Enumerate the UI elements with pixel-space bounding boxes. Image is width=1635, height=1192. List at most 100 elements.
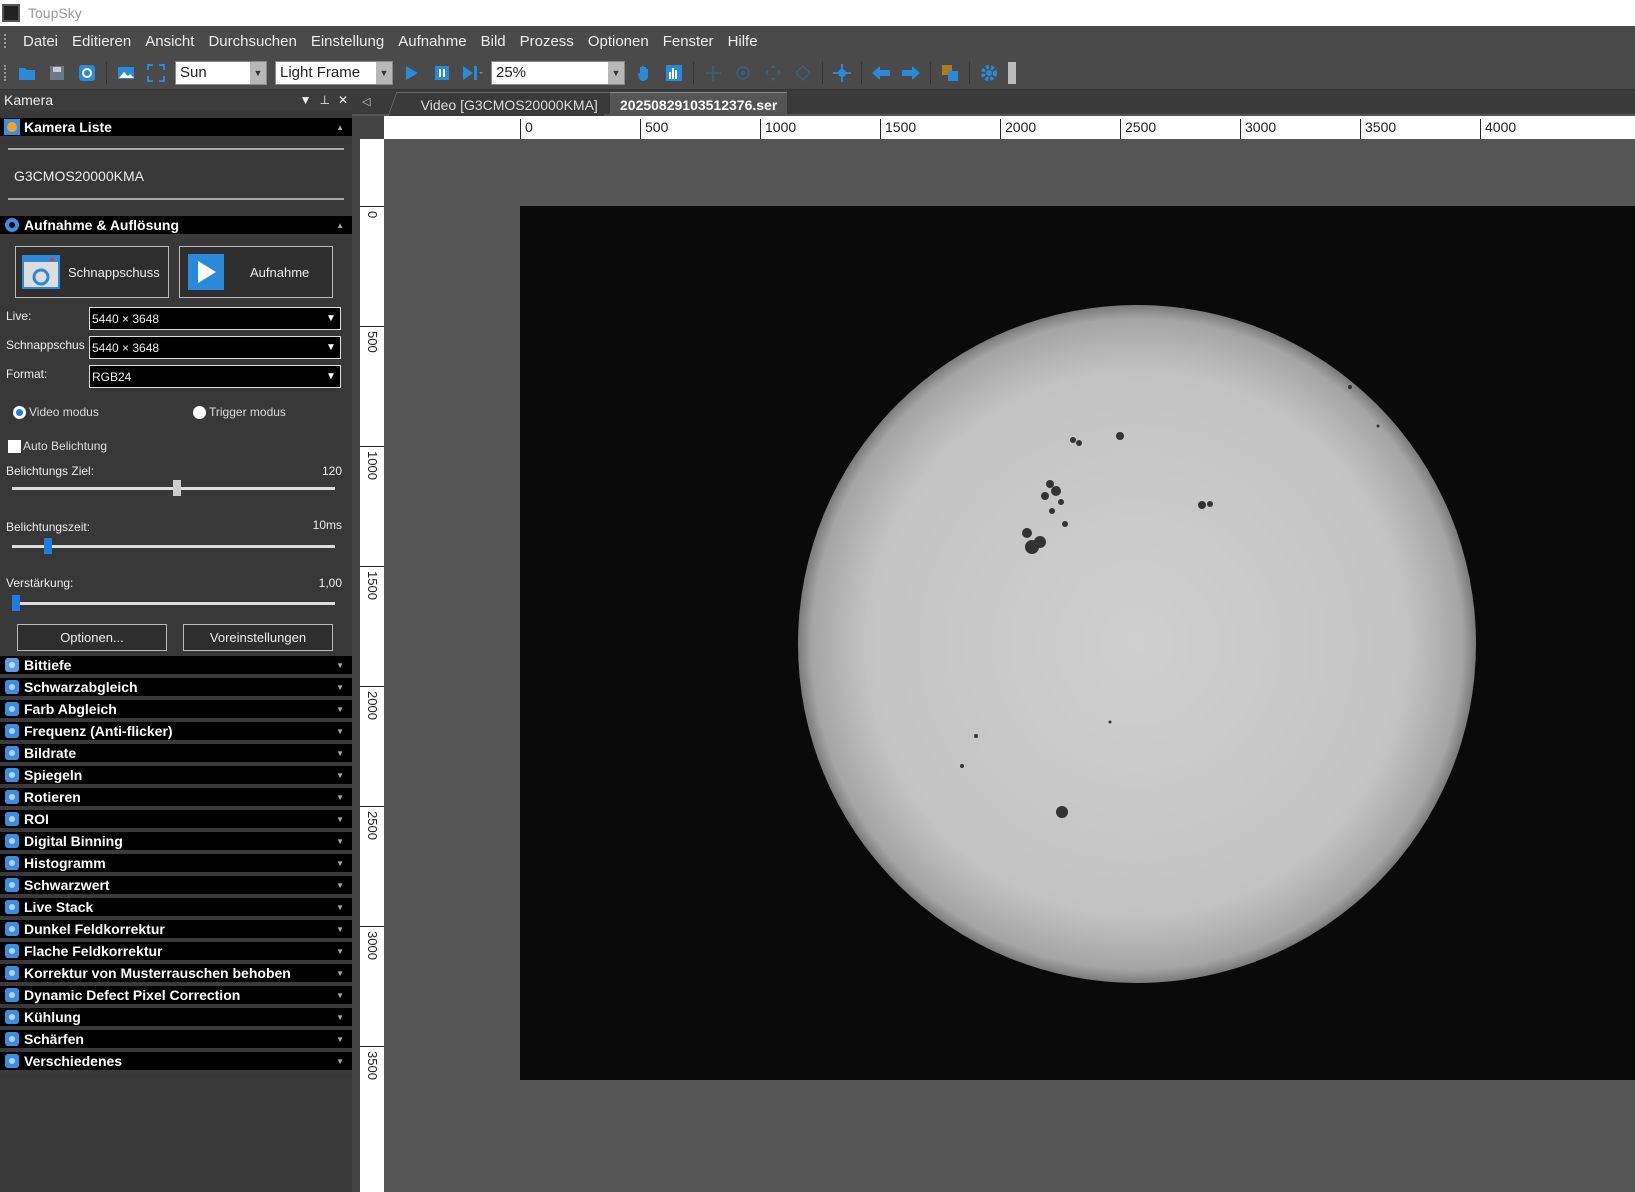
record-button[interactable]: Aufnahme: [179, 246, 333, 298]
chevron-up-icon[interactable]: ▲: [336, 123, 344, 132]
chevron-down-icon[interactable]: ▼: [336, 1035, 344, 1044]
chevron-down-icon[interactable]: ▼: [336, 793, 344, 802]
hand-pan-icon[interactable]: [633, 62, 655, 84]
section-spiegeln[interactable]: Spiegeln ▼: [0, 766, 352, 788]
open-folder-icon[interactable]: [16, 62, 38, 84]
target-icon[interactable]: [732, 62, 754, 84]
section-capture-resolution[interactable]: Aufnahme & Auflösung ▲: [0, 216, 352, 238]
chevron-down-icon[interactable]: ▼: [336, 947, 344, 956]
chevron-down-icon[interactable]: ▼: [336, 1013, 344, 1022]
section-bittiefe[interactable]: Bittiefe ▼: [0, 656, 352, 678]
section-dunkel-feldkorrektur[interactable]: Dunkel Feldkorrektur ▼: [0, 920, 352, 942]
menu-fenster[interactable]: Fenster: [656, 33, 721, 50]
sun-image[interactable]: [520, 206, 1635, 1080]
zoom-select[interactable]: 25% ▼: [491, 60, 625, 85]
frame-type-select[interactable]: Light Frame ▼: [275, 60, 393, 85]
live-resolution-select[interactable]: 5440 × 3648 ▼: [89, 307, 341, 330]
auto-exposure-checkbox[interactable]: Auto Belichtung: [8, 439, 107, 453]
section-farb-abgleich[interactable]: Farb Abgleich ▼: [0, 700, 352, 722]
chevron-down-icon[interactable]: ▼: [336, 1057, 344, 1066]
arrow-left-icon[interactable]: [870, 62, 892, 84]
chevron-down-icon[interactable]: ▼: [336, 991, 344, 1000]
chevron-down-icon[interactable]: ▼: [336, 837, 344, 846]
tab-video[interactable]: Video [G3CMOS20000KMA]: [387, 92, 613, 116]
pin-icon[interactable]: ⊥: [319, 93, 329, 107]
pause-icon[interactable]: [431, 62, 453, 84]
chevron-down-icon[interactable]: ▼: [336, 683, 344, 692]
arrow-right-icon[interactable]: [900, 62, 922, 84]
chevron-up-icon[interactable]: ▲: [336, 221, 344, 230]
gain-slider[interactable]: [12, 595, 335, 611]
menu-bild[interactable]: Bild: [474, 33, 513, 50]
tab-ser-file[interactable]: 20250829103512376.ser: [610, 92, 788, 116]
step-forward-icon[interactable]: [461, 62, 483, 84]
panel-menu-icon[interactable]: ▼: [300, 93, 312, 107]
menu-einstellung[interactable]: Einstellung: [304, 33, 391, 50]
section-verschiedenes[interactable]: Verschiedenes ▼: [0, 1052, 352, 1074]
snapshot-resolution-select[interactable]: 5440 × 3648 ▼: [89, 336, 341, 359]
camera-item[interactable]: G3CMOS20000KMA: [14, 168, 144, 184]
section-digital-binning[interactable]: Digital Binning ▼: [0, 832, 352, 854]
section-roi[interactable]: ROI ▼: [0, 810, 352, 832]
align-icon[interactable]: [792, 62, 814, 84]
chevron-down-icon[interactable]: ▼: [336, 705, 344, 714]
chevron-down-icon[interactable]: ▼: [336, 661, 344, 670]
presets-button[interactable]: Voreinstellungen: [183, 624, 333, 651]
section-schwarzwert[interactable]: Schwarzwert ▼: [0, 876, 352, 898]
chevron-down-icon[interactable]: ▼: [336, 881, 344, 890]
chevron-down-icon[interactable]: ▼: [336, 749, 344, 758]
play-icon[interactable]: [401, 62, 423, 84]
options-button[interactable]: Optionen...: [17, 624, 167, 651]
slider-handle[interactable]: [43, 538, 52, 554]
section-schwarzabgleich[interactable]: Schwarzabgleich ▼: [0, 678, 352, 700]
overlay-icon[interactable]: [939, 62, 961, 84]
section-bildrate[interactable]: Bildrate ▼: [0, 744, 352, 766]
chevron-down-icon[interactable]: ▼: [336, 727, 344, 736]
menu-aufnahme[interactable]: Aufnahme: [391, 33, 473, 50]
section-live-stack[interactable]: Live Stack ▼: [0, 898, 352, 920]
histogram-tool-icon[interactable]: [663, 62, 685, 84]
chevron-down-icon[interactable]: ▼: [336, 771, 344, 780]
camera-settings-icon[interactable]: [76, 62, 98, 84]
trigger-mode-radio[interactable]: Trigger modus: [193, 405, 286, 419]
section-korrektur-von-musterrauschen-behoben[interactable]: Korrektur von Musterrauschen behoben ▼: [0, 964, 352, 986]
toolbar-overflow-handle[interactable]: [1008, 61, 1016, 84]
gear-icon[interactable]: [978, 62, 1000, 84]
exposure-target-slider[interactable]: [12, 480, 335, 496]
snapshot-button[interactable]: Schnappschuss: [15, 246, 169, 298]
menu-hilfe[interactable]: Hilfe: [721, 33, 765, 50]
slider-handle[interactable]: [12, 595, 20, 611]
section-rotieren[interactable]: Rotieren ▼: [0, 788, 352, 810]
profile-select[interactable]: Sun ▼: [175, 60, 267, 85]
center-icon[interactable]: [831, 62, 853, 84]
chevron-down-icon[interactable]: ▼: [336, 815, 344, 824]
fit-screen-icon[interactable]: [145, 62, 167, 84]
move-icon[interactable]: [762, 62, 784, 84]
menu-optionen[interactable]: Optionen: [581, 33, 656, 50]
section-flache-feldkorrektur[interactable]: Flache Feldkorrektur ▼: [0, 942, 352, 964]
section-histogramm[interactable]: Histogramm ▼: [0, 854, 352, 876]
section-dynamic-defect-pixel-correction[interactable]: Dynamic Defect Pixel Correction ▼: [0, 986, 352, 1008]
chevron-down-icon[interactable]: ▼: [336, 925, 344, 934]
section-schärfen[interactable]: Schärfen ▼: [0, 1030, 352, 1052]
chevron-down-icon[interactable]: ▼: [336, 859, 344, 868]
image-gallery-icon[interactable]: [115, 62, 137, 84]
chevron-down-icon[interactable]: ▼: [336, 903, 344, 912]
menu-editieren[interactable]: Editieren: [65, 33, 138, 50]
format-select[interactable]: RGB24 ▼: [89, 365, 341, 388]
exposure-time-slider[interactable]: [12, 538, 335, 554]
crosshair-icon[interactable]: [702, 62, 724, 84]
menu-prozess[interactable]: Prozess: [513, 33, 581, 50]
save-icon[interactable]: [46, 62, 68, 84]
tab-scroll-left-icon[interactable]: ◁: [362, 95, 370, 108]
menu-datei[interactable]: Datei: [16, 33, 65, 50]
chevron-down-icon[interactable]: ▼: [336, 969, 344, 978]
menu-ansicht[interactable]: Ansicht: [138, 33, 201, 50]
section-frequenz-anti-flicker[interactable]: Frequenz (Anti-flicker) ▼: [0, 722, 352, 744]
section-camera-list[interactable]: Kamera Liste ▲: [0, 118, 352, 140]
close-icon[interactable]: ✕: [338, 93, 348, 107]
section-kühlung[interactable]: Kühlung ▼: [0, 1008, 352, 1030]
video-mode-radio[interactable]: Video modus: [13, 405, 99, 419]
slider-handle[interactable]: [172, 480, 181, 496]
menu-durchsuchen[interactable]: Durchsuchen: [201, 33, 303, 50]
